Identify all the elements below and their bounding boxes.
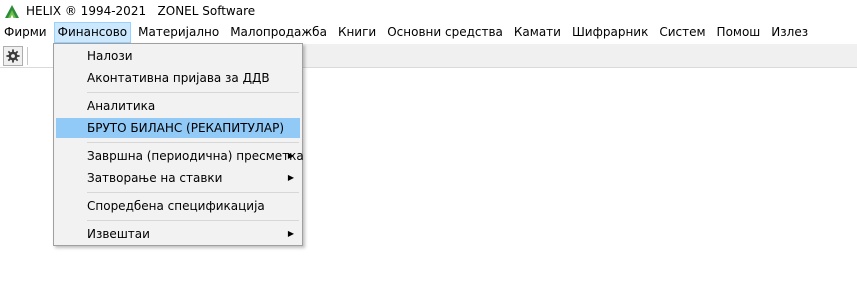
- menu-item-bruto-bilans[interactable]: БРУТО БИЛАНС (РЕКАПИТУЛАР): [56, 118, 300, 138]
- menu-item-analitika[interactable]: Аналитика: [56, 96, 300, 116]
- menu-finansovo[interactable]: Финансово: [53, 22, 132, 43]
- menu-bar: Фирми Финансово Материјално Малопродажба…: [0, 22, 857, 43]
- menu-separator: [87, 192, 299, 193]
- menu-item-akontativna-prijava[interactable]: Аконтативна пријава за ДДВ: [56, 68, 300, 88]
- toolbar-separator: [27, 47, 28, 65]
- menu-maloprodazba[interactable]: Малопродажба: [226, 22, 331, 43]
- menu-sistem[interactable]: Систем: [655, 22, 709, 43]
- menu-item-label: Затворање на ставки: [87, 171, 223, 185]
- submenu-arrow-icon: ▶: [287, 151, 294, 160]
- helix-logo-icon: [4, 3, 20, 19]
- finansovo-dropdown-menu: Налози Аконтативна пријава за ДДВ Аналит…: [53, 43, 304, 246]
- menu-item-zavrsna-presmetka[interactable]: Завршна (периодична) пресметка ▶: [56, 146, 304, 166]
- toolbar-band: [300, 44, 857, 68]
- menu-item-label: Аконтативна пријава за ДДВ: [87, 71, 270, 85]
- menu-sifrarnik[interactable]: Шифрарник: [568, 22, 652, 43]
- menu-izlez[interactable]: Излез: [767, 22, 812, 43]
- gear-icon: [6, 49, 20, 63]
- menu-item-label: Споредбена спецификација: [87, 199, 265, 213]
- submenu-arrow-icon: ▶: [287, 173, 294, 182]
- title-bar: HELIX ® 1994-2021 ZONEL Software: [0, 0, 857, 22]
- menu-separator: [87, 92, 299, 93]
- menu-materijalno[interactable]: Материјално: [134, 22, 223, 43]
- submenu-arrow-icon: ▶: [287, 229, 294, 238]
- menu-item-label: Извештаи: [87, 227, 150, 241]
- settings-button[interactable]: [3, 46, 23, 66]
- menu-item-label: Аналитика: [87, 99, 156, 113]
- menu-item-izvestai[interactable]: Извештаи ▶: [56, 224, 300, 244]
- menu-separator: [87, 142, 299, 143]
- menu-item-label: Завршна (периодична) пресметка: [87, 149, 304, 163]
- menu-item-sporedbena-specifikacija[interactable]: Споредбена спецификација: [56, 196, 300, 216]
- menu-knigi[interactable]: Книги: [334, 22, 380, 43]
- menu-separator: [87, 220, 299, 221]
- menu-kamati[interactable]: Камати: [510, 22, 565, 43]
- window-title: HELIX ® 1994-2021 ZONEL Software: [26, 4, 256, 18]
- menu-item-zatvoranje-stavki[interactable]: Затворање на ставки ▶: [56, 168, 300, 188]
- menu-item-label: Налози: [87, 49, 133, 63]
- menu-firmi[interactable]: Фирми: [0, 22, 51, 43]
- menu-item-nalozi[interactable]: Налози: [56, 46, 300, 66]
- menu-item-label: БРУТО БИЛАНС (РЕКАПИТУЛАР): [87, 121, 285, 135]
- menu-pomos[interactable]: Помош: [713, 22, 765, 43]
- menu-osnovni-sredstva[interactable]: Основни средства: [383, 22, 507, 43]
